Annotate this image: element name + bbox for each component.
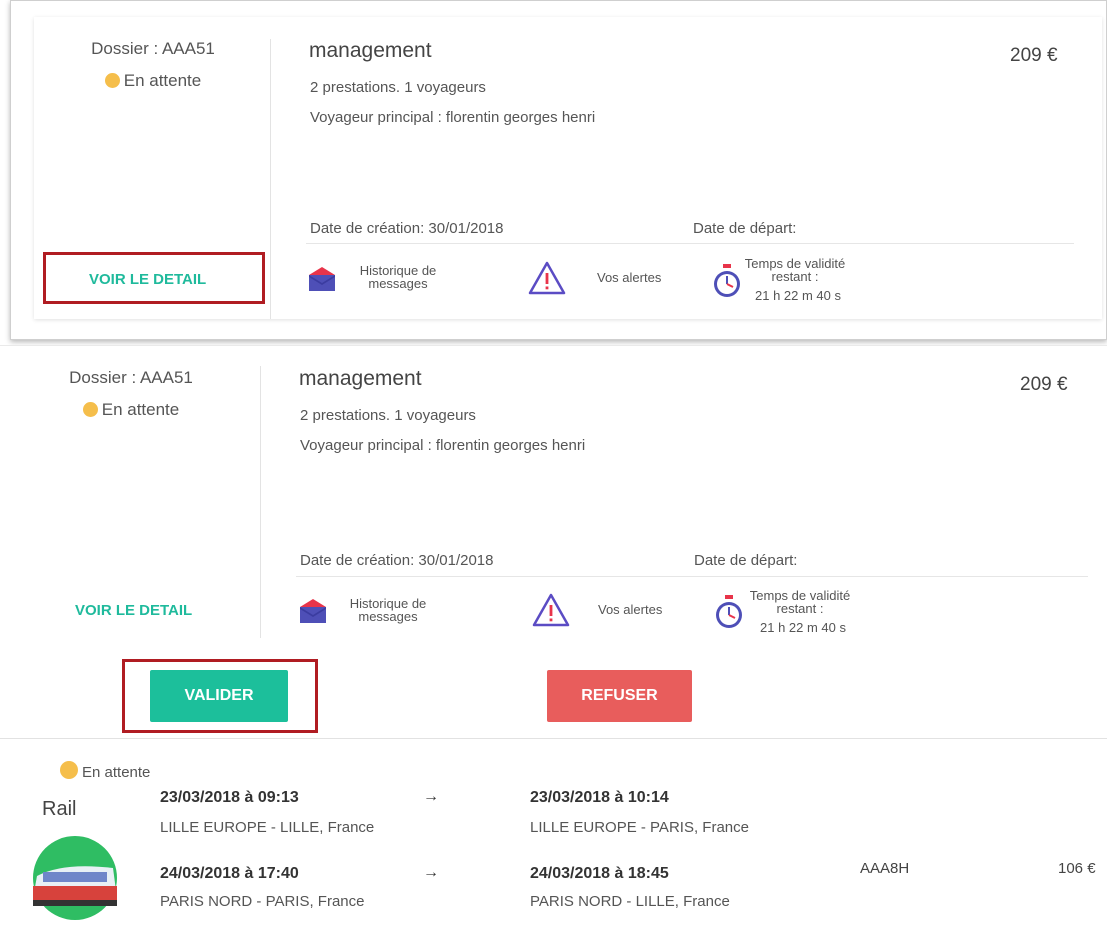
alerts-link[interactable]: Vos alertes <box>598 603 662 616</box>
prestations-count: 2 prestations. 1 voyageurs <box>310 79 486 96</box>
card-divider <box>296 576 1088 577</box>
segment-1-departure-station: LILLE EUROPE - LILLE, France <box>160 819 375 836</box>
highlight-valider <box>122 659 318 733</box>
main-traveler: Voyageur principal : florentin georges h… <box>310 109 596 126</box>
status-text: En attente <box>82 764 151 781</box>
message-history-link[interactable]: Historique de messages <box>348 597 428 623</box>
main-traveler: Voyageur principal : florentin georges h… <box>300 437 586 454</box>
section-divider <box>0 738 1107 739</box>
highlight-voir-detail <box>43 252 265 304</box>
status-dot-icon <box>82 402 98 417</box>
alerts-link[interactable]: Vos alertes <box>597 271 661 284</box>
column-divider <box>270 39 271 319</box>
envelope-icon[interactable] <box>298 597 328 627</box>
segment-2-arrival-station: PARIS NORD - LILLE, France <box>530 893 730 910</box>
validity-countdown: 21 h 22 m 40 s <box>760 620 846 635</box>
column-divider <box>260 366 261 638</box>
message-history-link[interactable]: Historique de messages <box>358 264 438 290</box>
dossier-price: 209 € <box>1010 45 1058 66</box>
segment-1-arrival-date: 23/03/2018 à 10:14 <box>530 789 669 806</box>
validity-label: Temps de validité restant : <box>744 256 846 284</box>
warning-triangle-icon[interactable] <box>527 260 567 296</box>
status-badge: En attente <box>38 400 224 420</box>
stopwatch-icon <box>710 263 744 299</box>
warning-triangle-icon[interactable] <box>531 592 571 628</box>
dossier-summary: Dossier : AAA51 En attente <box>60 39 246 91</box>
card-divider <box>306 243 1074 244</box>
segment-2-arrival-date: 24/03/2018 à 18:45 <box>530 865 669 882</box>
refuser-button[interactable]: REFUSER <box>547 670 692 722</box>
status-badge: En attente <box>60 71 246 91</box>
stopwatch-icon <box>712 594 746 630</box>
status-text: En attente <box>101 400 180 419</box>
rail-status-badge: En attente <box>60 761 150 781</box>
prestations-count: 2 prestations. 1 voyageurs <box>300 407 476 424</box>
segment-2-arrow-icon: → <box>423 864 439 881</box>
validity-label: Temps de validité restant : <box>749 588 851 616</box>
dossier-title: management <box>309 39 432 62</box>
status-dot-icon <box>60 761 78 779</box>
departure-date: Date de départ: <box>694 552 798 569</box>
segment-2-departure-date: 24/03/2018 à 17:40 <box>160 865 299 882</box>
creation-date: Date de création: 30/01/2018 <box>310 220 504 237</box>
status-dot-icon <box>104 73 120 88</box>
train-icon <box>33 836 117 920</box>
segment-1-departure-date: 23/03/2018 à 09:13 <box>160 789 299 806</box>
dossier-number: Dossier : AAA51 <box>91 39 215 58</box>
dossier-card: Dossier : AAA51 En attente management 2 … <box>0 345 1107 642</box>
validity-countdown: 21 h 22 m 40 s <box>755 288 841 303</box>
voir-le-detail-link[interactable]: VOIR LE DETAIL <box>75 602 192 619</box>
creation-date: Date de création: 30/01/2018 <box>300 552 494 569</box>
envelope-icon[interactable] <box>307 265 337 295</box>
departure-date: Date de départ: <box>693 220 797 237</box>
status-text: En attente <box>123 71 202 90</box>
segment-1-arrival-station: LILLE EUROPE - PARIS, France <box>530 819 749 836</box>
dossier-summary: Dossier : AAA51 En attente <box>38 368 224 420</box>
segment-price: 106 € <box>1058 860 1096 877</box>
segment-2-departure-station: PARIS NORD - PARIS, France <box>160 893 365 910</box>
booking-reference: AAA8H <box>860 860 910 877</box>
dossier-title: management <box>299 367 422 390</box>
dossier-price: 209 € <box>1020 374 1068 395</box>
dossier-number: Dossier : AAA51 <box>69 368 193 387</box>
segment-1-arrow-icon: → <box>423 788 439 805</box>
service-type-label: Rail <box>42 798 77 820</box>
